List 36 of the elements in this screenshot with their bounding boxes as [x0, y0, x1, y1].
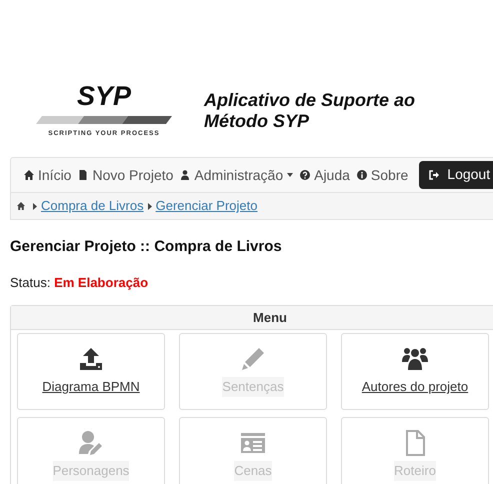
menu-tile[interactable]: Autores do projeto: [341, 333, 489, 410]
logout-icon: [429, 170, 440, 180]
chevron-icon: [33, 202, 37, 210]
menu-label: Autores do projeto: [362, 378, 468, 396]
home-icon: [24, 170, 34, 180]
user-edit-icon: [78, 430, 104, 456]
nav-link[interactable]: Administração: [180, 164, 294, 186]
pencil-icon: [240, 346, 266, 372]
home-icon[interactable]: [17, 202, 25, 210]
user-icon: [180, 170, 190, 180]
page-title: Gerenciar Projeto :: Compra de Livros: [10, 237, 283, 257]
info-icon: [356, 170, 367, 180]
menu-label: Roteiro: [394, 461, 436, 481]
nav-link[interactable]: Novo Projeto: [78, 164, 174, 186]
nav-link[interactable]: Sobre: [356, 164, 408, 186]
logo-text: SYP: [76, 83, 132, 110]
nav-link[interactable]: Ajuda: [300, 164, 350, 186]
menu-label: Diagrama BPMN: [42, 378, 140, 396]
logout-button[interactable]: Logout: [419, 161, 493, 189]
logo-stripe-icon: [36, 116, 172, 124]
document-icon: [78, 170, 88, 180]
users-icon: [402, 346, 428, 372]
menu-label: Personagens: [52, 461, 130, 481]
menu-header: Menu: [11, 306, 493, 330]
chevron-icon: [148, 202, 152, 210]
menu-label: Cenas: [234, 461, 272, 481]
help-icon: [300, 170, 310, 180]
status-value: Em Elaboração: [54, 274, 148, 290]
upload-icon: [78, 346, 104, 372]
breadcrumb-link[interactable]: Gerenciar Projeto: [156, 196, 258, 216]
menu-label: Sentenças: [222, 377, 284, 397]
status-label: Status:: [10, 274, 52, 290]
nav-link[interactable]: Início: [24, 164, 72, 186]
breadcrumb-link[interactable]: Compra de Livros: [41, 196, 144, 216]
menu-tile[interactable]: Diagrama BPMN: [17, 333, 165, 410]
app-title: Aplicativo de Suporte ao Método SYP: [204, 90, 416, 132]
